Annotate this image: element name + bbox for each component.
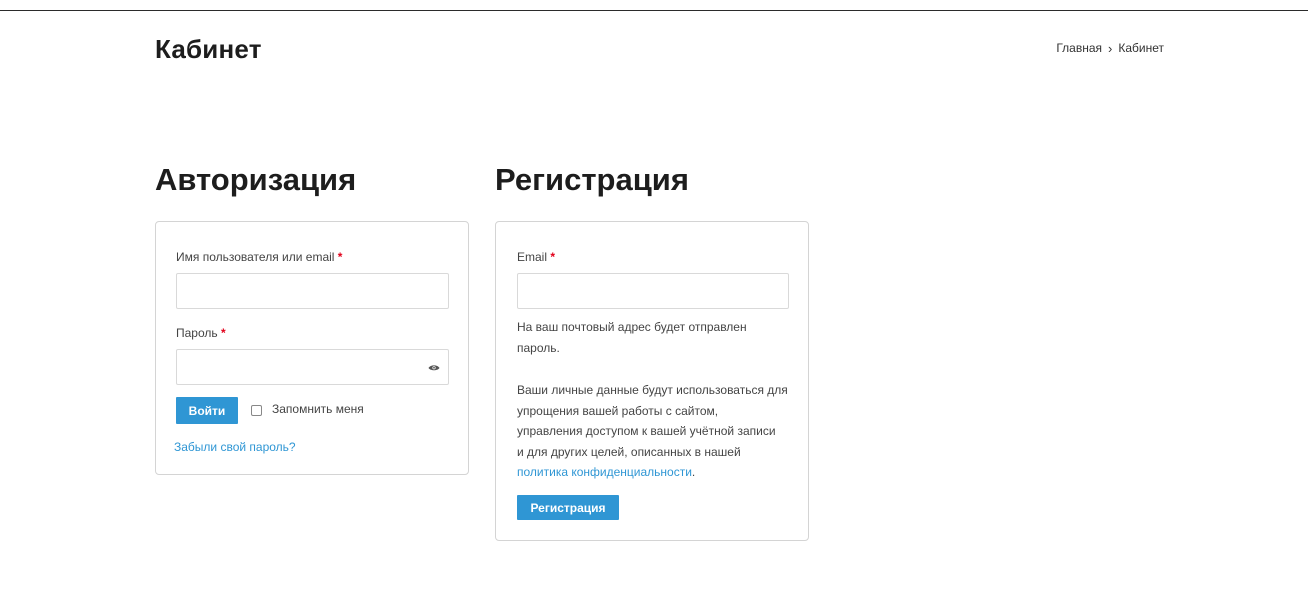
- password-label: Пароль *: [176, 326, 226, 340]
- required-mark: *: [337, 250, 343, 264]
- username-input[interactable]: [176, 273, 449, 309]
- privacy-period: .: [691, 465, 696, 479]
- privacy-line: Ваши личные данные будут использоваться …: [517, 383, 788, 397]
- required-mark: *: [550, 250, 556, 264]
- email-label-text: Email: [517, 250, 548, 264]
- login-title: Авторизация: [155, 162, 357, 197]
- chevron-right-icon: ›: [1108, 40, 1113, 56]
- register-button[interactable]: Регистрация: [517, 495, 619, 520]
- password-note-line: На ваш почтовый адрес будет отправлен: [517, 320, 747, 334]
- password-note: На ваш почтовый адрес будет отправлен па…: [517, 317, 747, 358]
- register-title: Регистрация: [495, 162, 689, 197]
- email-input[interactable]: [517, 273, 789, 309]
- email-label: Email *: [517, 250, 555, 264]
- eye-icon[interactable]: [428, 362, 440, 374]
- privacy-text: Ваши личные данные будут использоваться …: [517, 380, 788, 483]
- privacy-line: управления доступом к вашей учётной запи…: [517, 424, 776, 438]
- password-input[interactable]: [176, 349, 449, 385]
- remember-checkbox[interactable]: [251, 405, 262, 416]
- privacy-line: и для других целей, описанных в нашей: [517, 444, 741, 459]
- username-label-text: Имя пользователя или email: [176, 250, 335, 264]
- privacy-line: политика конфиденциальности.: [517, 462, 788, 483]
- breadcrumb-home-link[interactable]: Главная: [1056, 41, 1102, 55]
- password-label-text: Пароль: [176, 326, 218, 340]
- page-title: Кабинет: [155, 34, 262, 64]
- remember-label[interactable]: Запомнить меня: [272, 402, 364, 416]
- password-note-line: пароль.: [517, 340, 560, 355]
- forgot-password-link[interactable]: Забыли свой пароль?: [174, 440, 296, 454]
- breadcrumb-current: Кабинет: [1118, 41, 1164, 55]
- register-form: Email * На ваш почтовый адрес будет отпр…: [495, 221, 809, 541]
- privacy-policy-link[interactable]: политика конфиденциальности: [517, 465, 692, 479]
- breadcrumb: Главная › Кабинет: [1056, 41, 1164, 55]
- privacy-line: упрощения вашей работы с сайтом,: [517, 403, 719, 418]
- required-mark: *: [220, 326, 226, 340]
- login-form: Имя пользователя или email * Пароль * Во…: [155, 221, 469, 475]
- username-label: Имя пользователя или email *: [176, 250, 342, 264]
- top-divider: [0, 10, 1308, 11]
- login-button[interactable]: Войти: [176, 397, 238, 424]
